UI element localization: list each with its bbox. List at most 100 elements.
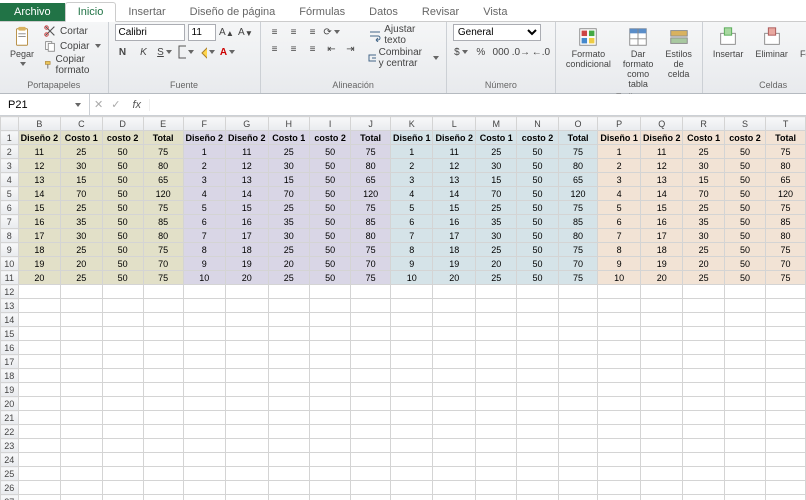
cancel-formula-icon[interactable]: ✕ [90,98,107,111]
cell[interactable]: 19 [226,257,269,271]
cell[interactable] [102,313,143,327]
cell[interactable] [102,411,143,425]
cell[interactable]: 50 [724,271,765,285]
cell[interactable]: 25 [476,243,517,257]
cell[interactable]: 4 [598,187,641,201]
cell[interactable] [61,355,102,369]
cell[interactable] [476,495,517,500]
col-header[interactable]: S [724,117,765,131]
cell[interactable] [351,467,391,481]
cell[interactable] [766,383,806,397]
cell[interactable] [683,481,724,495]
cell[interactable] [351,327,391,341]
cell[interactable] [61,397,102,411]
cell[interactable] [143,397,183,411]
cell[interactable]: costo 2 [517,131,558,145]
cell[interactable] [268,285,309,299]
cell[interactable] [351,425,391,439]
tab-data[interactable]: Datos [357,3,410,21]
cell[interactable] [390,481,433,495]
cell[interactable] [724,313,765,327]
cell[interactable] [18,341,61,355]
cell[interactable] [143,341,183,355]
cell[interactable]: 50 [724,145,765,159]
cell[interactable]: 18 [18,243,61,257]
row-header[interactable]: 4 [1,173,19,187]
tab-insert[interactable]: Insertar [116,3,177,21]
row-header[interactable]: 27 [1,495,19,500]
tab-formulas[interactable]: Fórmulas [287,3,357,21]
cell[interactable] [268,495,309,500]
cell[interactable]: 75 [766,243,806,257]
cell[interactable] [724,467,765,481]
row-header[interactable]: 3 [1,159,19,173]
cell[interactable]: 70 [766,257,806,271]
cell[interactable] [309,383,350,397]
cell[interactable] [766,425,806,439]
tab-view[interactable]: Vista [471,3,519,21]
cell[interactable] [640,481,683,495]
cell[interactable]: 18 [640,243,683,257]
cell[interactable]: 50 [517,271,558,285]
cell[interactable] [309,481,350,495]
cell[interactable] [61,425,102,439]
cell[interactable] [390,299,433,313]
col-header[interactable]: O [558,117,598,131]
cell[interactable] [143,495,183,500]
cell[interactable] [268,327,309,341]
cell[interactable]: 8 [183,243,226,257]
cell[interactable]: 75 [558,201,598,215]
cell[interactable] [18,397,61,411]
cell[interactable] [433,481,476,495]
cell[interactable] [309,355,350,369]
cell[interactable] [143,369,183,383]
cell[interactable]: 16 [226,215,269,229]
cell[interactable] [433,383,476,397]
cell[interactable]: 10 [183,271,226,285]
cell[interactable]: 11 [433,145,476,159]
cell[interactable] [143,383,183,397]
cell[interactable] [476,467,517,481]
number-format-select[interactable]: General [453,24,541,41]
cell[interactable]: 3 [183,173,226,187]
align-top-button[interactable]: ≡ [267,24,283,40]
cell[interactable]: 6 [598,215,641,229]
cell[interactable] [558,341,598,355]
cell[interactable] [683,439,724,453]
cell[interactable] [598,397,641,411]
row-header[interactable]: 16 [1,341,19,355]
cell[interactable]: 50 [309,229,350,243]
cell[interactable] [183,299,226,313]
cell[interactable] [640,341,683,355]
cell[interactable] [268,383,309,397]
cell[interactable]: 75 [143,271,183,285]
cell[interactable]: 5 [183,201,226,215]
cell[interactable]: 50 [517,243,558,257]
cell[interactable]: 120 [558,187,598,201]
cell[interactable]: 12 [226,159,269,173]
cell[interactable]: Total [143,131,183,145]
cell[interactable] [102,369,143,383]
cell[interactable]: 18 [433,243,476,257]
cell[interactable] [766,439,806,453]
cell[interactable] [102,495,143,500]
cell[interactable]: 65 [351,173,391,187]
col-header[interactable]: B [18,117,61,131]
cell[interactable] [390,383,433,397]
cell[interactable] [390,411,433,425]
cell[interactable]: 12 [433,159,476,173]
cell[interactable] [598,327,641,341]
row-header[interactable]: 12 [1,285,19,299]
cell[interactable]: 35 [683,215,724,229]
orientation-button[interactable]: ⟳ [324,24,340,40]
cell[interactable]: 50 [309,271,350,285]
cell[interactable] [476,383,517,397]
cell[interactable] [766,355,806,369]
cell[interactable] [558,467,598,481]
cell[interactable] [683,495,724,500]
cell[interactable]: 50 [309,243,350,257]
cell[interactable] [766,481,806,495]
cell[interactable] [640,355,683,369]
cell[interactable] [476,285,517,299]
format-cells-button[interactable]: Formato [796,24,806,62]
